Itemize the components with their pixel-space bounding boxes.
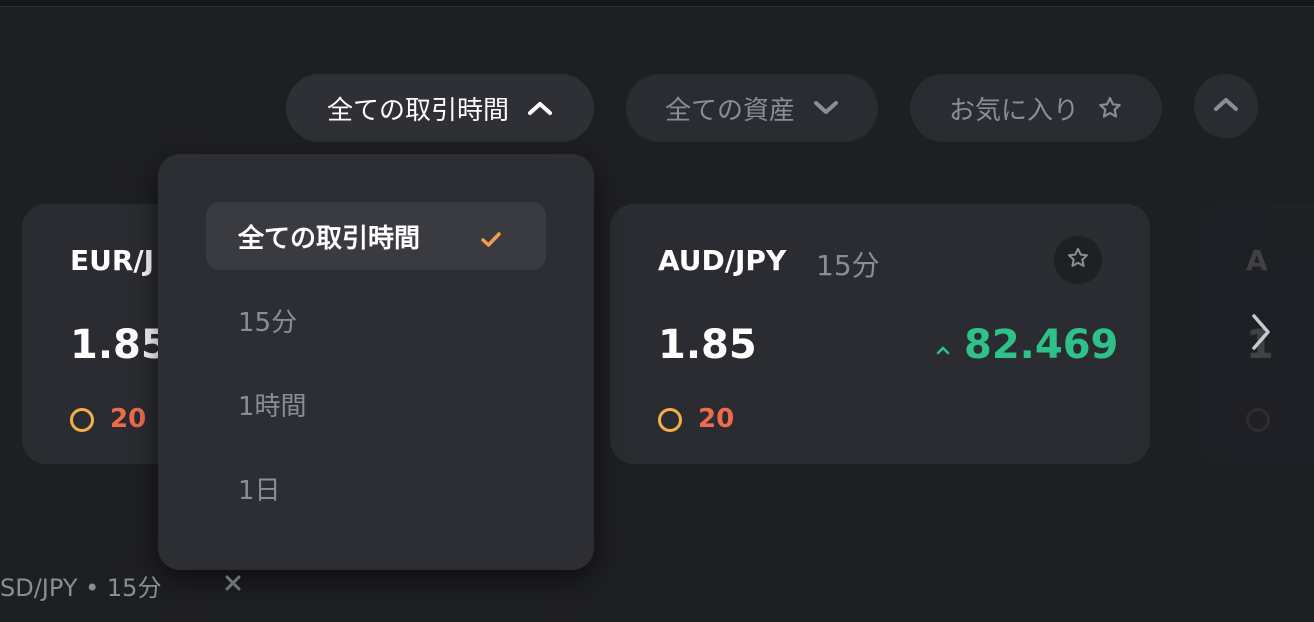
assets-filter-button[interactable]: 全ての資産 <box>626 74 878 142</box>
checkmark-icon <box>480 226 502 256</box>
main-view: 全ての取引時間 全ての資産 お気に入り EUR/J 1.85 20 AUD/JP… <box>0 0 1314 622</box>
card-count: 20 <box>698 404 735 434</box>
favorite-star-button[interactable] <box>1054 236 1102 284</box>
card-pair-label: AUD/JPY <box>658 244 787 277</box>
chevron-up-icon <box>1213 96 1239 116</box>
assets-filter-label: 全ての資産 <box>664 95 795 126</box>
chart-tab[interactable]: SD/JPY • 15分 <box>0 566 161 604</box>
top-divider <box>0 0 1314 7</box>
dropdown-item-label: 1日 <box>238 475 281 506</box>
trading-time-dropdown: 全ての取引時間 15分 1時間 1日 <box>158 154 594 570</box>
card-period-label: 15分 <box>816 249 880 282</box>
favorites-filter-label: お気に入り <box>948 95 1079 126</box>
card-rate-value: 1.85 <box>70 322 169 368</box>
dropdown-item-15min[interactable]: 15分 <box>206 286 546 354</box>
asset-card-aud[interactable]: AUD/JPY 15分 1.85 82.469 20 <box>610 204 1150 464</box>
status-ring-icon <box>1246 408 1270 432</box>
collapse-button[interactable] <box>1194 74 1258 138</box>
chevron-down-icon <box>813 100 839 116</box>
status-ring-icon <box>70 408 94 432</box>
dropdown-item-label: 15分 <box>238 307 298 338</box>
dropdown-item-label: 1時間 <box>238 391 307 422</box>
status-ring-icon <box>658 408 682 432</box>
card-change-value: 82.469 <box>964 322 1119 368</box>
star-icon <box>1066 246 1090 274</box>
chart-tab-label: SD/JPY • 15分 <box>0 573 162 602</box>
chevron-right-icon[interactable] <box>1250 312 1272 356</box>
card-count: 20 <box>110 404 147 434</box>
card-rate-value: 1.85 <box>658 322 757 368</box>
card-pair-label: A <box>1246 244 1268 277</box>
caret-up-icon <box>936 340 950 359</box>
dropdown-item-1day[interactable]: 1日 <box>206 454 546 522</box>
chevron-up-icon <box>527 100 553 116</box>
favorites-filter-button[interactable]: お気に入り <box>910 74 1162 142</box>
close-icon[interactable] <box>222 572 244 598</box>
trading-time-filter-label: 全ての取引時間 <box>326 95 509 126</box>
dropdown-item-all-times[interactable]: 全ての取引時間 <box>206 202 546 270</box>
dropdown-item-label: 全ての取引時間 <box>238 223 421 254</box>
dropdown-item-1hour[interactable]: 1時間 <box>206 370 546 438</box>
star-icon <box>1097 95 1123 121</box>
card-pair-label: EUR/J <box>70 244 155 277</box>
trading-time-filter-button[interactable]: 全ての取引時間 <box>286 74 594 142</box>
